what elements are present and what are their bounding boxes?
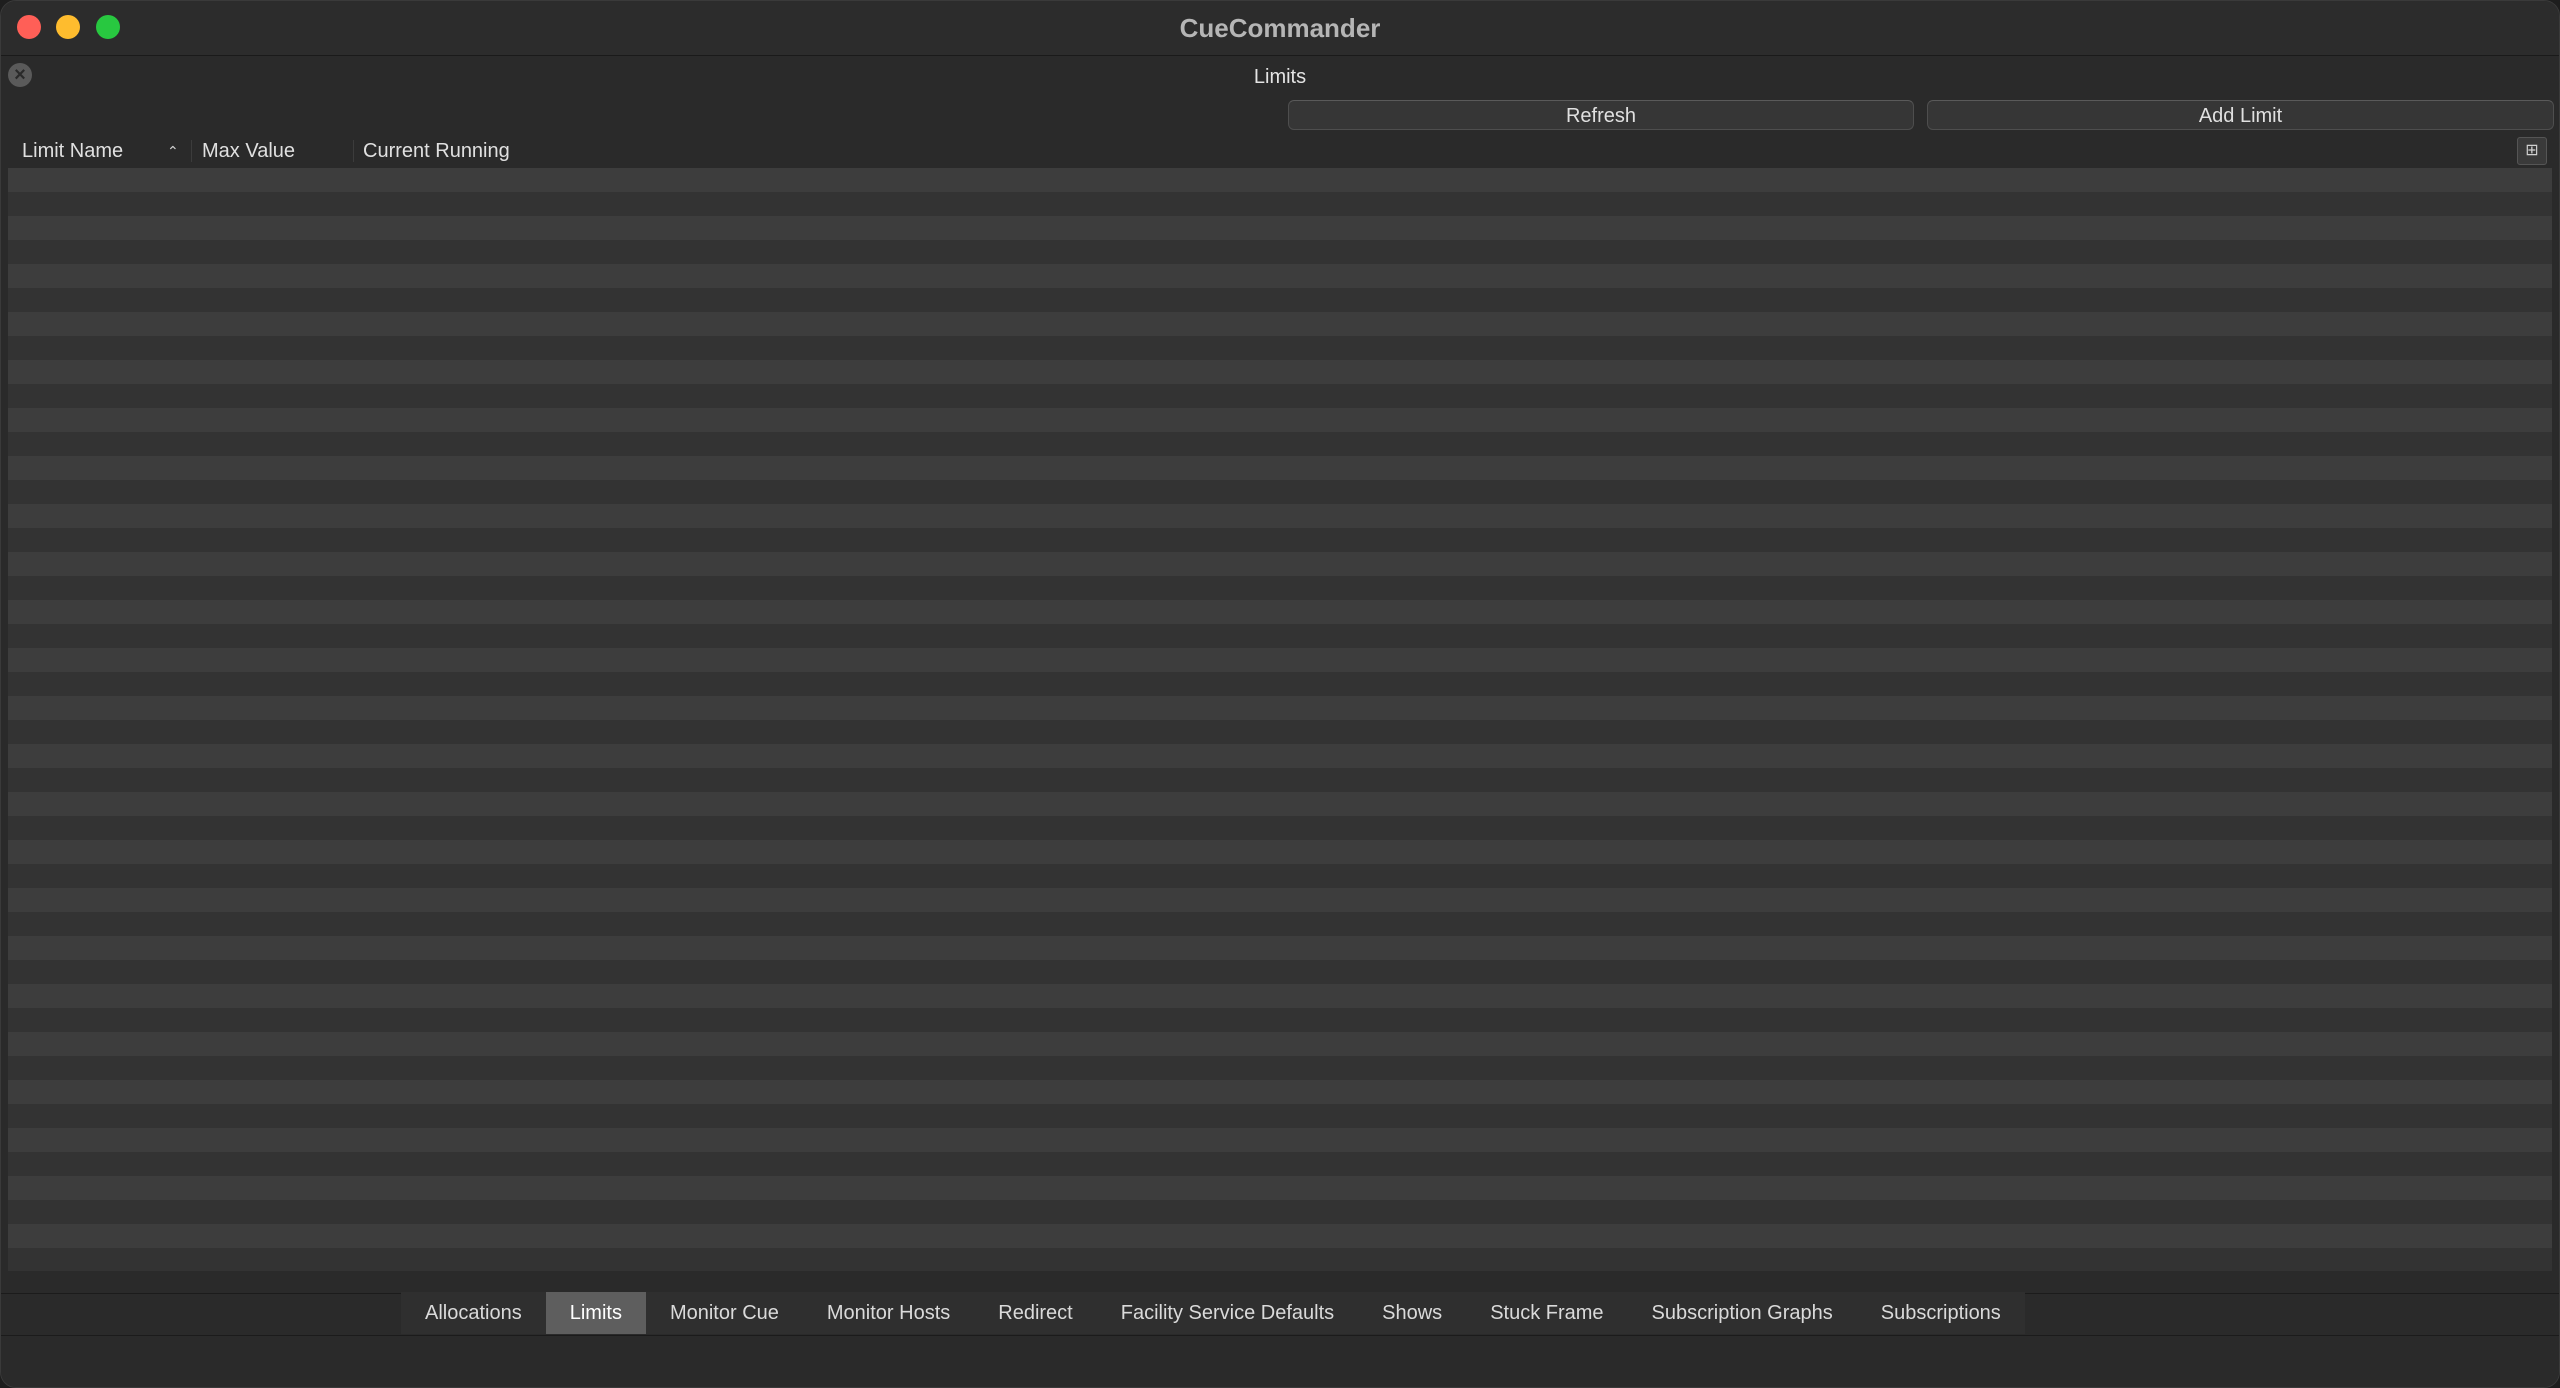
tab-monitor-hosts[interactable]: Monitor Hosts xyxy=(803,1292,974,1334)
column-header-current-running[interactable]: Current Running xyxy=(363,138,510,164)
status-bar xyxy=(1,1335,2559,1387)
column-chooser-icon[interactable]: ⊞ xyxy=(2517,137,2547,165)
tab-monitor-cue[interactable]: Monitor Cue xyxy=(646,1292,803,1334)
column-header-max-value[interactable]: Max Value xyxy=(202,138,295,164)
limits-toolbar: Refresh Add Limit xyxy=(1,96,2559,136)
dock-title: Limits xyxy=(1253,66,1307,88)
tab-limits[interactable]: Limits xyxy=(545,1292,646,1334)
sort-ascending-icon: ⌃ xyxy=(167,143,179,159)
app-window: CueCommander × Limits Refresh Add Limit … xyxy=(0,0,2560,1388)
column-header-limit-name[interactable]: Limit Name xyxy=(22,138,123,164)
tab-subscription-graphs[interactable]: Subscription Graphs xyxy=(1628,1292,1857,1334)
window-title: CueCommander xyxy=(1179,13,1381,43)
title-bar[interactable]: CueCommander xyxy=(1,1,2559,56)
column-divider[interactable] xyxy=(353,140,354,162)
tab-redirect[interactable]: Redirect xyxy=(974,1292,1096,1334)
tab-facility-service-defaults[interactable]: Facility Service Defaults xyxy=(1097,1292,1358,1334)
tab-allocations[interactable]: Allocations xyxy=(401,1292,546,1334)
plugin-tab-bar: Allocations Limits Monitor Cue Monitor Host… xyxy=(401,1292,2025,1334)
limits-table-body[interactable] xyxy=(8,168,2552,1271)
refresh-button[interactable]: Refresh xyxy=(1288,100,1914,130)
tab-stuck-frame[interactable]: Stuck Frame xyxy=(1466,1292,1627,1334)
tab-shows[interactable]: Shows xyxy=(1358,1292,1466,1334)
column-divider[interactable] xyxy=(191,140,192,162)
table-header: Limit Name ⌃ Max Value Current Running ⊞ xyxy=(7,134,2553,168)
limits-dock-header: × Limits xyxy=(1,56,2559,96)
add-limit-button[interactable]: Add Limit xyxy=(1927,100,2554,130)
tab-subscriptions[interactable]: Subscriptions xyxy=(1857,1292,2025,1334)
